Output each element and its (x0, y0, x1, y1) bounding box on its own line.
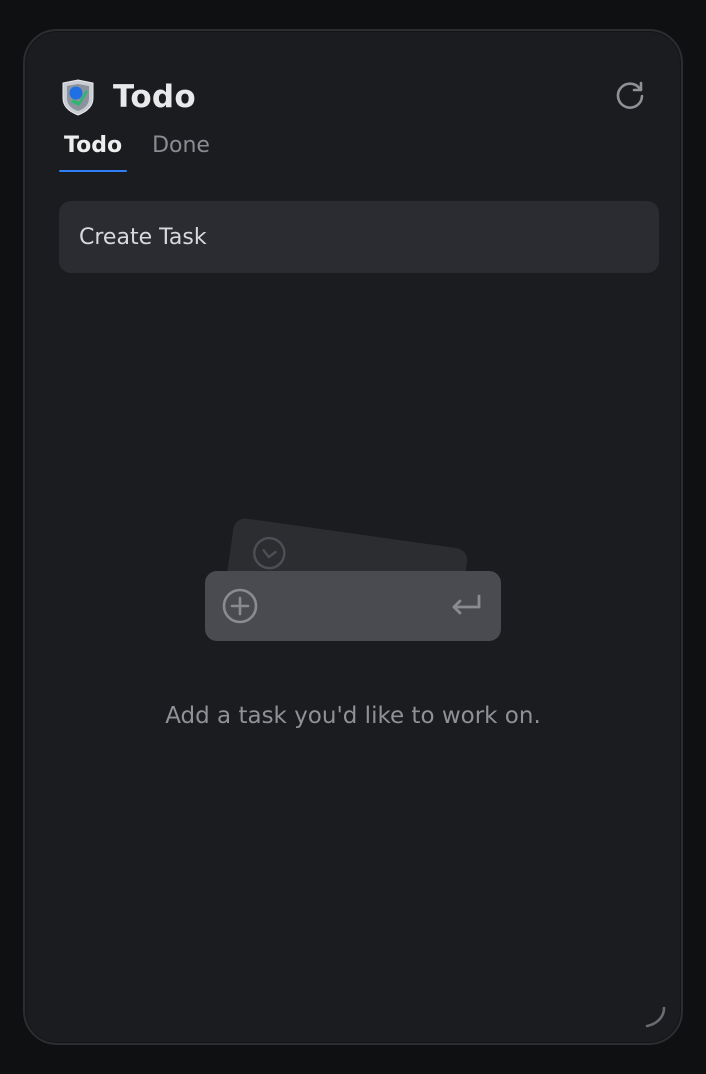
resize-handle-icon[interactable] (643, 1005, 667, 1029)
illustration-card-front (205, 571, 501, 641)
tab-bar: Todo Done (59, 133, 215, 172)
empty-state-message: Add a task you'd like to work on. (165, 703, 541, 729)
todo-widget: Todo Todo Done Create Task Add a task yo… (23, 29, 683, 1045)
check-circle-icon (250, 534, 288, 572)
enter-key-icon (449, 593, 483, 619)
create-task-input[interactable] (59, 201, 659, 273)
plus-circle-icon (221, 587, 259, 625)
todo-shield-icon (59, 78, 97, 116)
tab-todo[interactable]: Todo (59, 133, 128, 172)
refresh-icon[interactable] (613, 79, 647, 113)
empty-state-illustration (205, 509, 505, 649)
widget-header: Todo (59, 77, 196, 117)
app-title: Todo (113, 79, 197, 115)
tab-done[interactable]: Done (147, 133, 215, 172)
